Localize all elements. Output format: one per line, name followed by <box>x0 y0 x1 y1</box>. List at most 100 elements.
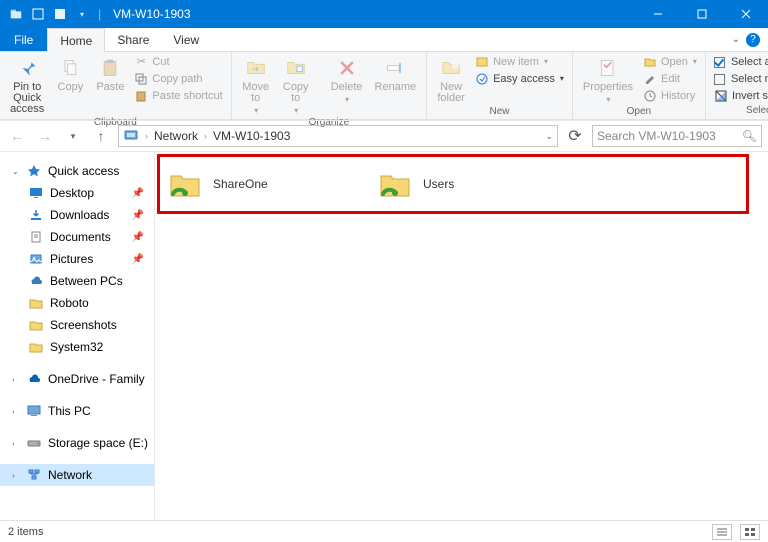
sidebar-item-network[interactable]: › Network <box>0 464 154 486</box>
history-icon <box>643 89 657 103</box>
properties-icon <box>596 56 620 80</box>
move-to-button[interactable]: Move to▾ <box>238 54 274 117</box>
select-group-label: Select <box>712 105 768 119</box>
tab-home[interactable]: Home <box>47 28 105 52</box>
open-button[interactable]: Open▾ <box>641 54 699 70</box>
tab-view[interactable]: View <box>161 28 211 51</box>
copy-path-button[interactable]: Copy path <box>132 71 224 87</box>
open-group-label: Open <box>579 106 699 119</box>
copy-to-button[interactable]: Copy to▾ <box>278 54 314 117</box>
sidebar-item-desktop[interactable]: Desktop 📌 <box>0 182 154 204</box>
share-folder-icon <box>377 166 413 202</box>
history-button[interactable]: History <box>641 88 699 104</box>
sidebar-item-storage[interactable]: › Storage space (E:) <box>0 432 154 454</box>
new-folder-button[interactable]: New folder <box>433 54 469 106</box>
sidebar-item-this-pc[interactable]: › This PC <box>0 400 154 422</box>
sidebar-item-documents[interactable]: Documents 📌 <box>0 226 154 248</box>
new-folder-icon <box>439 56 463 80</box>
sidebar-item-system32[interactable]: System32 <box>0 336 154 358</box>
crumb-host[interactable]: VM-W10-1903 <box>213 129 290 143</box>
view-details-button[interactable] <box>712 524 732 540</box>
search-input[interactable]: Search VM-W10-1903 🔍︎ <box>592 125 762 147</box>
sidebar-item-downloads[interactable]: Downloads 📌 <box>0 204 154 226</box>
move-to-icon <box>244 56 268 80</box>
rename-icon <box>383 56 407 80</box>
nav-forward-button[interactable]: → <box>34 125 56 147</box>
pin-icon: 📌 <box>132 232 148 243</box>
invert-selection-icon <box>714 89 728 103</box>
sidebar-item-between-pcs[interactable]: Between PCs <box>0 270 154 292</box>
navigation-pane[interactable]: ⌄ Quick access Desktop 📌 Downloads 📌 Doc… <box>0 152 155 520</box>
this-pc-icon <box>26 403 42 419</box>
status-bar: 2 items <box>0 520 768 542</box>
tab-row: File Home Share View ⌄ ? <box>0 28 768 52</box>
rename-button[interactable]: Rename <box>371 54 421 95</box>
network-icon <box>26 467 42 483</box>
edit-icon <box>643 72 657 86</box>
select-none-button[interactable]: Select none <box>712 71 768 87</box>
onedrive-folder-icon <box>28 273 44 289</box>
select-all-button[interactable]: Select all <box>712 54 768 70</box>
edit-button[interactable]: Edit <box>641 71 699 87</box>
downloads-icon <box>28 207 44 223</box>
sidebar-item-quick-access[interactable]: ⌄ Quick access <box>0 160 154 182</box>
address-location-icon <box>123 127 139 146</box>
share-item-users[interactable]: Users <box>377 166 454 202</box>
file-menu[interactable]: File <box>0 28 47 51</box>
delete-button[interactable]: Delete▾ <box>327 54 367 106</box>
easy-access-icon <box>475 72 489 86</box>
window-title: VM-W10-1903 <box>113 7 190 21</box>
sidebar-item-roboto[interactable]: Roboto <box>0 292 154 314</box>
paste-shortcut-button[interactable]: Paste shortcut <box>132 88 224 104</box>
qat-dropdown[interactable]: ▾ <box>74 6 90 22</box>
search-icon: 🔍︎ <box>742 129 757 143</box>
sidebar-item-onedrive[interactable]: › OneDrive - Family <box>0 368 154 390</box>
view-large-icons-button[interactable] <box>740 524 760 540</box>
pin-icon <box>15 56 39 80</box>
ribbon-collapse-icon[interactable]: ⌄ <box>732 34 740 45</box>
cut-icon: ✂ <box>134 55 148 69</box>
crumb-network[interactable]: Network <box>154 129 198 143</box>
pin-to-quick-access-button[interactable]: Pin to Quick access <box>6 54 48 117</box>
share-item-shareone[interactable]: ShareOne <box>167 166 268 202</box>
close-button[interactable] <box>724 0 768 28</box>
share-label: Users <box>423 177 454 191</box>
minimize-button[interactable] <box>636 0 680 28</box>
folder-icon <box>28 317 44 333</box>
folder-icon <box>28 295 44 311</box>
copy-button[interactable]: Copy <box>52 54 88 95</box>
cut-button[interactable]: ✂ Cut <box>132 54 224 70</box>
address-bar[interactable]: › Network › VM-W10-1903 ⌄ <box>118 125 558 147</box>
onedrive-icon <box>26 371 42 387</box>
invert-selection-button[interactable]: Invert selection <box>712 88 768 104</box>
qat-icon-1[interactable] <box>30 6 46 22</box>
new-item-icon <box>475 55 489 69</box>
help-icon[interactable]: ? <box>746 33 760 47</box>
delete-icon <box>335 56 359 80</box>
desktop-icon <box>28 185 44 201</box>
properties-button[interactable]: Properties▾ <box>579 54 637 106</box>
tab-share[interactable]: Share <box>105 28 161 51</box>
refresh-button[interactable]: ⟳ <box>564 125 586 147</box>
address-dropdown-icon[interactable]: ⌄ <box>545 131 553 142</box>
nav-up-button[interactable]: ↑ <box>90 125 112 147</box>
pin-icon: 📌 <box>132 188 148 199</box>
share-folder-icon <box>167 166 203 202</box>
app-icon <box>8 6 24 22</box>
maximize-button[interactable] <box>680 0 724 28</box>
content-area[interactable]: ShareOne Users <box>155 152 768 520</box>
sidebar-item-screenshots[interactable]: Screenshots <box>0 314 154 336</box>
sidebar-item-pictures[interactable]: Pictures 📌 <box>0 248 154 270</box>
paste-icon <box>98 56 122 80</box>
easy-access-button[interactable]: Easy access▾ <box>473 71 566 87</box>
select-none-icon <box>714 74 725 85</box>
search-placeholder: Search VM-W10-1903 <box>597 129 716 143</box>
nav-recent-button[interactable]: ▾ <box>62 125 84 147</box>
share-label: ShareOne <box>213 177 268 191</box>
nav-back-button[interactable]: ← <box>6 125 28 147</box>
copy-icon <box>58 56 82 80</box>
copy-path-icon <box>134 72 148 86</box>
new-item-button[interactable]: New item▾ <box>473 54 566 70</box>
paste-button[interactable]: Paste <box>92 54 128 95</box>
qat-icon-2[interactable] <box>52 6 68 22</box>
